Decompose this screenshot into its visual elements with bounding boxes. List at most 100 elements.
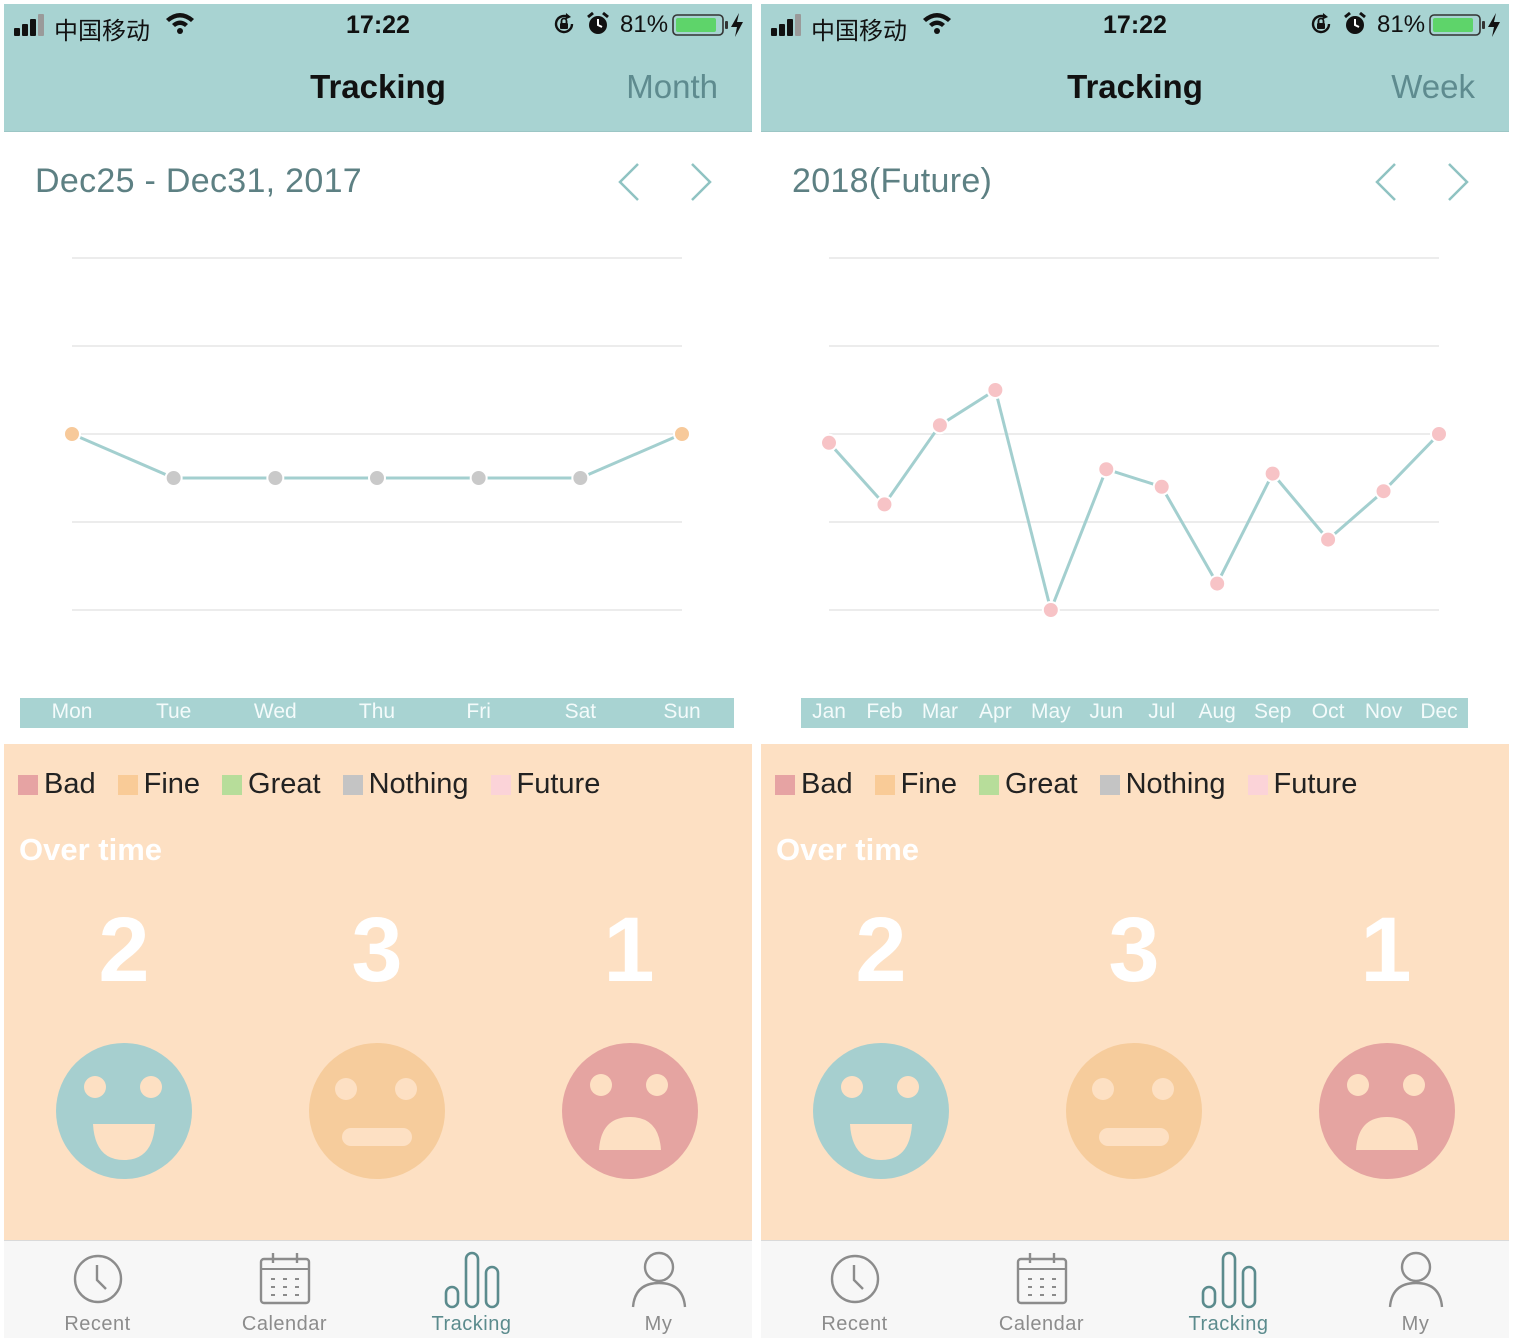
legend-label: Fine — [143, 768, 201, 800]
data-point[interactable] — [1097, 460, 1116, 479]
legend-swatch — [490, 774, 511, 795]
tab-recent[interactable]: Recent — [4, 1241, 191, 1338]
legend-swatch — [874, 774, 895, 795]
legend-item: Great — [979, 768, 1078, 801]
legend-item: Bad — [18, 768, 96, 801]
great-count: 2 — [855, 899, 907, 1001]
data-point[interactable] — [820, 433, 838, 452]
legend-item: Great — [222, 768, 321, 801]
period-toggle-button[interactable]: Month — [626, 68, 718, 106]
mood-legend: Bad Fine Great Nothing Future — [18, 768, 622, 801]
tab-recent[interactable]: Recent — [761, 1241, 948, 1338]
charging-icon — [1488, 13, 1500, 37]
data-point[interactable] — [1208, 574, 1227, 593]
data-point[interactable] — [1319, 530, 1338, 549]
data-point[interactable] — [469, 469, 488, 487]
legend-label: Great — [1005, 768, 1078, 800]
person-icon — [1388, 1251, 1444, 1308]
data-point[interactable] — [63, 425, 81, 443]
great-count: 2 — [98, 899, 150, 1001]
fine-count: 3 — [1108, 899, 1160, 1001]
tab-calendar[interactable]: Calendar — [191, 1241, 378, 1338]
data-point[interactable] — [673, 425, 691, 443]
bad-face-icon — [562, 1043, 698, 1179]
legend-item: Nothing — [1099, 768, 1226, 801]
chevron-right-icon[interactable] — [686, 162, 714, 202]
period-toggle-button[interactable]: Week — [1391, 68, 1475, 106]
tab-my[interactable]: My — [565, 1241, 752, 1338]
bar-chart-icon — [444, 1251, 500, 1309]
clock-icon — [73, 1254, 123, 1304]
data-point[interactable] — [368, 469, 386, 487]
legend-swatch — [117, 774, 138, 795]
legend-item: Nothing — [342, 768, 469, 801]
data-point[interactable] — [930, 416, 949, 435]
x-tick-label: Feb — [866, 700, 903, 723]
rotation-lock-icon — [554, 13, 574, 34]
over-time-label: Over time — [776, 832, 920, 867]
bad-face-icon — [1319, 1043, 1455, 1179]
legend-swatch — [979, 774, 1000, 795]
series-line-segment — [579, 432, 683, 480]
legend-item: Bad — [775, 768, 853, 801]
tab-label: Calendar — [241, 1313, 328, 1335]
series-line-segment — [883, 424, 942, 506]
tab-label: My — [644, 1313, 673, 1335]
x-axis-bar: Mon Tue Wed Thu Fri Sat Sun — [20, 698, 734, 728]
chevron-right-icon[interactable] — [1443, 162, 1471, 202]
legend-label: Bad — [44, 768, 96, 800]
status-bar: 中国移动 17:22 81% — [4, 4, 752, 48]
legend-label: Fine — [900, 768, 958, 800]
x-axis-bar: Jan Feb Mar Apr May Jun Jul Aug Sep Oct Nov Dec — [801, 698, 1468, 728]
date-range-label: Dec25 - Dec31, 2017 — [35, 162, 363, 200]
tab-my[interactable]: My — [1322, 1241, 1509, 1338]
series-line-segment — [1382, 432, 1441, 493]
data-point[interactable] — [266, 469, 285, 487]
series-line-segment — [1049, 468, 1108, 611]
clock-icon — [830, 1254, 880, 1304]
data-point[interactable] — [1374, 482, 1393, 501]
bad-count: 1 — [603, 899, 655, 1001]
fine-count: 3 — [351, 899, 403, 1001]
nav-header: 中国移动 17:22 81% — [761, 4, 1509, 132]
x-tick-label: Jan — [812, 700, 846, 723]
series-line-segment — [1215, 472, 1274, 585]
chevron-left-icon[interactable] — [1373, 162, 1401, 202]
x-tick-label: Tue — [155, 700, 192, 723]
data-point[interactable] — [571, 469, 590, 487]
legend-swatch — [1247, 774, 1268, 795]
bar-chart-icon — [1201, 1251, 1257, 1309]
alarm-icon — [1344, 11, 1366, 34]
x-tick-label: Oct — [1311, 700, 1345, 723]
x-tick-label: Nov — [1364, 700, 1403, 723]
summary-panel: Bad Fine Great Nothing Future Over time 2 3 … — [4, 744, 752, 1240]
x-tick-label: Sun — [663, 700, 701, 723]
tab-label: Calendar — [998, 1313, 1085, 1335]
battery-icon — [1429, 14, 1485, 36]
data-point[interactable] — [875, 495, 894, 514]
status-bar: 中国移动 17:22 81% — [761, 4, 1509, 48]
mood-legend: Bad Fine Great Nothing Future — [775, 768, 1379, 801]
data-point[interactable] — [1041, 601, 1060, 619]
tab-tracking[interactable]: Tracking — [378, 1241, 565, 1338]
data-point[interactable] — [1152, 477, 1171, 496]
tab-bar: Recent Calendar Tracking My — [761, 1240, 1509, 1338]
fine-face-icon — [1066, 1043, 1202, 1179]
x-tick-label: Sep — [1253, 700, 1292, 723]
tab-calendar[interactable]: Calendar — [948, 1241, 1135, 1338]
summary-panel: Bad Fine Great Nothing Future Over time 2 3 … — [761, 744, 1509, 1240]
chevron-left-icon[interactable] — [616, 162, 644, 202]
tab-tracking[interactable]: Tracking — [1135, 1241, 1322, 1338]
calendar-icon — [1016, 1253, 1068, 1305]
mood-line-chart — [820, 257, 1448, 619]
series-line-segment — [993, 389, 1053, 611]
legend-item: Fine — [874, 768, 958, 801]
series-line-segment — [1160, 486, 1219, 585]
battery-percent: 81% — [1377, 11, 1426, 38]
tab-label: Recent — [821, 1313, 888, 1335]
data-point[interactable] — [1430, 425, 1448, 443]
data-point[interactable] — [986, 381, 1005, 399]
data-point[interactable] — [164, 469, 183, 487]
rotation-lock-icon — [1311, 13, 1331, 34]
data-point[interactable] — [1263, 464, 1282, 483]
